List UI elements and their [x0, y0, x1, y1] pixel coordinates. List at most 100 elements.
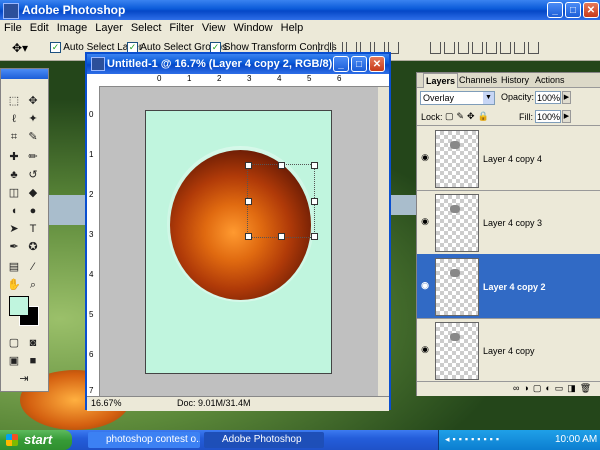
blur-tool-icon[interactable]: ◖ — [6, 203, 22, 219]
ruler-left: 0 1 2 3 4 5 6 7 — [87, 86, 100, 396]
distribute-buttons[interactable] — [430, 42, 542, 56]
menu-image[interactable]: Image — [53, 20, 92, 34]
layer-row-selected[interactable]: ◉ Layer 4 copy 2 — [417, 254, 600, 319]
menu-file[interactable]: File — [0, 20, 26, 34]
type-tool-icon[interactable]: T — [25, 221, 41, 237]
layer-row[interactable]: ◉ Layer 4 copy 3 — [417, 190, 600, 255]
shape-tool-icon[interactable]: ✪ — [25, 239, 41, 255]
minimize-button[interactable]: _ — [547, 2, 563, 18]
transform-handle[interactable] — [278, 162, 285, 169]
taskbar-item-browser[interactable]: photoshop contest o... — [88, 432, 200, 448]
chevron-down-icon[interactable]: ▼ — [483, 92, 494, 104]
magic-wand-icon[interactable]: ✦ — [25, 111, 41, 127]
paint-bucket-icon[interactable]: ◆ — [25, 185, 41, 201]
zoom-tool-icon[interactable]: ⌕ — [25, 277, 41, 293]
healing-brush-icon[interactable]: ✚ — [6, 149, 22, 165]
eyedropper-icon[interactable]: ⁄ — [25, 259, 41, 275]
opacity-input[interactable]: 100% — [535, 91, 561, 104]
menu-help[interactable]: Help — [277, 20, 308, 34]
move-tool-icon[interactable]: ✥▾ — [12, 41, 28, 55]
app-title: Adobe Photoshop — [22, 3, 126, 17]
restore-button[interactable]: □ — [565, 2, 581, 18]
move-tool-icon[interactable]: ✥ — [25, 93, 41, 109]
path-select-icon[interactable]: ➤ — [6, 221, 22, 237]
close-button[interactable]: ✕ — [583, 2, 599, 18]
eraser-tool-icon[interactable]: ◫ — [6, 185, 22, 201]
dodge-tool-icon[interactable]: ● — [25, 203, 41, 219]
menu-window[interactable]: Window — [230, 20, 277, 34]
tab-history[interactable]: History — [501, 75, 529, 85]
opacity-arrow-icon[interactable]: ▶ — [562, 91, 571, 104]
jump-to-imageready-icon[interactable]: ⇥ — [6, 371, 42, 387]
fullscreen-mode-icon[interactable]: ■ — [25, 353, 41, 369]
tab-actions[interactable]: Actions — [535, 75, 565, 85]
layer-row[interactable]: ◉ Layer 4 copy — [417, 318, 600, 383]
windows-logo-icon — [6, 434, 18, 446]
fill-arrow-icon[interactable]: ▶ — [562, 110, 571, 123]
layers-footer: ∞◑▢◐▭◨🗑 — [417, 381, 600, 396]
foreground-color-swatch[interactable] — [9, 296, 29, 316]
menu-layer[interactable]: Layer — [91, 20, 127, 34]
history-brush-icon[interactable]: ↺ — [25, 167, 41, 183]
start-label: start — [24, 432, 53, 447]
zoom-level[interactable]: 16.67% — [91, 398, 122, 408]
fill-input[interactable]: 100% — [535, 110, 561, 123]
ruler-left-label: 0 — [89, 110, 94, 119]
doc-minimize-button[interactable]: _ — [333, 56, 349, 72]
photoshop-logo-icon — [3, 3, 19, 19]
layer-row[interactable]: ◉ Layer 4 copy 4 — [417, 126, 600, 191]
blend-mode-select[interactable]: Overlay ▼ — [420, 91, 495, 105]
ruler-top-label: 3 — [247, 74, 252, 83]
ruler-left-label: 1 — [89, 150, 94, 159]
checkbox-icon[interactable]: ✓ — [50, 42, 61, 53]
eye-icon[interactable]: ◉ — [420, 152, 430, 162]
eye-icon[interactable]: ◉ — [420, 280, 430, 290]
eye-icon[interactable]: ◉ — [420, 344, 430, 354]
lasso-tool-icon[interactable]: ℓ — [6, 111, 22, 127]
hand-tool-icon[interactable]: ✋ — [6, 277, 22, 293]
transform-handle[interactable] — [245, 233, 252, 240]
lock-icons[interactable]: ▢✎✥🔒 — [445, 111, 492, 122]
doc-size[interactable]: Doc: 9.01M/31.4M — [177, 398, 251, 408]
transform-bounding-box[interactable] — [245, 162, 318, 240]
transform-handle[interactable] — [311, 198, 318, 205]
start-button[interactable]: start — [0, 430, 72, 450]
doc-close-button[interactable]: ✕ — [369, 56, 385, 72]
clone-stamp-icon[interactable]: ♣ — [6, 167, 22, 183]
layer-name: Layer 4 copy 4 — [483, 154, 543, 164]
fill-label: Fill: — [519, 112, 533, 122]
screen-mode-icon[interactable]: ▣ — [6, 353, 22, 369]
transform-handle[interactable] — [278, 233, 285, 240]
transform-handle[interactable] — [245, 198, 252, 205]
tab-layers[interactable]: Layers — [423, 73, 459, 88]
menu-edit[interactable]: Edit — [26, 20, 53, 34]
brush-tool-icon[interactable]: ✏ — [25, 149, 41, 165]
menu-filter[interactable]: Filter — [165, 20, 197, 34]
doc-restore-button[interactable]: □ — [351, 56, 367, 72]
eye-icon[interactable]: ◉ — [420, 216, 430, 226]
layer-thumbnail — [435, 322, 479, 380]
quick-mask-icon[interactable]: ◙ — [25, 335, 41, 351]
standard-mode-icon[interactable]: ▢ — [6, 335, 22, 351]
menu-select[interactable]: Select — [127, 20, 166, 34]
transform-handle[interactable] — [311, 233, 318, 240]
layer-action-icons[interactable]: ∞◑▢◐▭◨🗑 — [513, 383, 595, 394]
menu-view[interactable]: View — [198, 20, 230, 34]
clock[interactable]: 10:00 AM — [555, 434, 597, 445]
task-label: Adobe Photoshop — [222, 434, 302, 445]
tab-channels[interactable]: Channels — [459, 75, 497, 85]
ruler-top-label: 4 — [277, 74, 282, 83]
transform-handle[interactable] — [245, 162, 252, 169]
notes-tool-icon[interactable]: ▤ — [6, 259, 22, 275]
crop-tool-icon[interactable]: ⌗ — [6, 129, 22, 145]
pen-tool-icon[interactable]: ✒ — [6, 239, 22, 255]
toolbox-header — [1, 69, 48, 79]
marquee-tool-icon[interactable]: ⬚ — [6, 93, 22, 109]
layer-name: Layer 4 copy 2 — [483, 282, 546, 292]
slice-tool-icon[interactable]: ✎ — [25, 129, 41, 145]
vertical-scrollbar[interactable] — [378, 87, 389, 396]
tray-icons[interactable]: ◂▪▪▪▪▪▪▪▪ — [445, 434, 502, 445]
transform-handle[interactable] — [311, 162, 318, 169]
taskbar-item-photoshop[interactable]: Adobe Photoshop — [204, 432, 324, 448]
layer-thumbnail — [435, 258, 479, 316]
